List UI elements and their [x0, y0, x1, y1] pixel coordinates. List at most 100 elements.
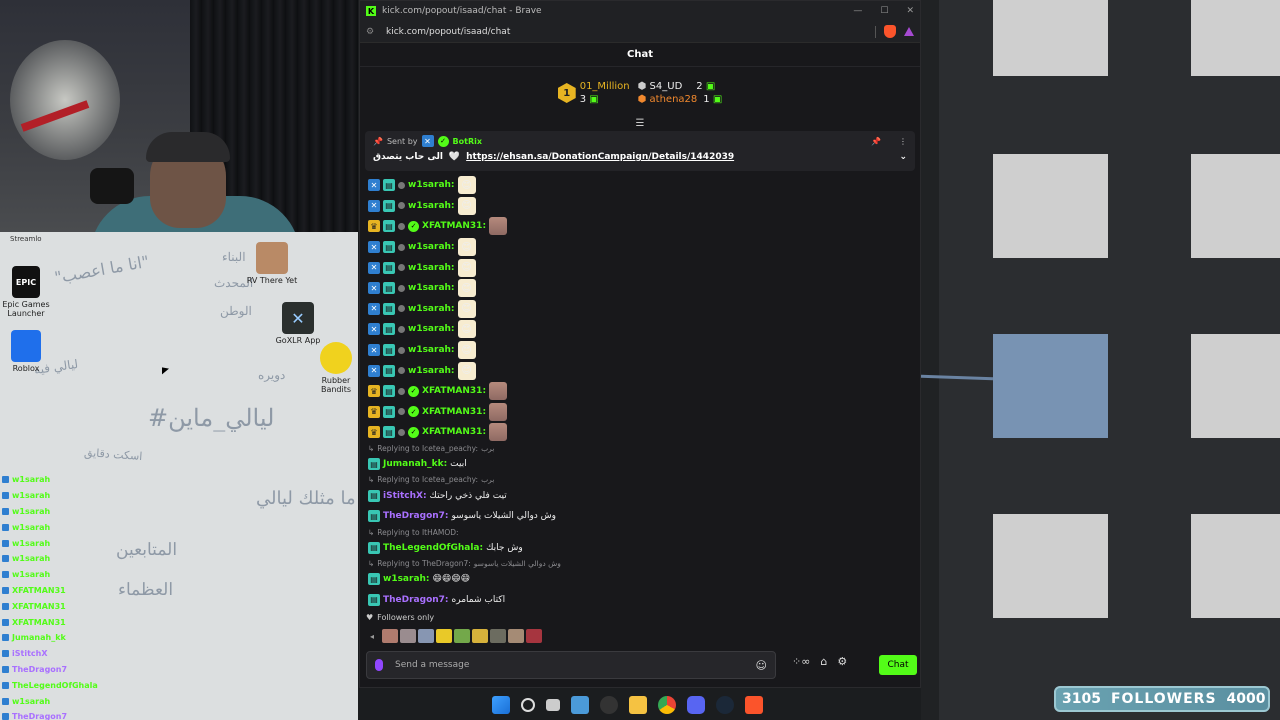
emote[interactable] [526, 629, 543, 643]
pinned-sender[interactable]: BotRix [453, 137, 482, 146]
chat-message: ✕ ▤ w1sarah: 😊 [368, 319, 913, 340]
emoji-picker-icon[interactable]: ☺ [756, 659, 767, 672]
message-placeholder[interactable]: Send a message [395, 660, 469, 670]
discord-icon[interactable] [687, 696, 705, 714]
emote[interactable] [454, 629, 471, 643]
emote[interactable] [382, 629, 399, 643]
chat-username[interactable]: w1sarah: [408, 324, 455, 334]
leaderboard-count: 1 ▣ [703, 94, 723, 105]
crown-badge-icon: ♛ [368, 385, 380, 398]
chat-username[interactable]: w1sarah: [408, 242, 455, 252]
pinned-message: 📌 Sent by ✕ ✓ BotRix 📌 ⋮ الى حاب يتصدق 🤍… [365, 131, 915, 171]
epic-games-launcher-shortcut[interactable]: EPIC Epic Games Launcher [0, 266, 56, 318]
subscriber-badge-icon: ▤ [383, 179, 395, 192]
chat-username[interactable]: w1sarah: [408, 304, 455, 314]
calendar-icon[interactable] [571, 696, 589, 714]
search-icon[interactable] [521, 698, 535, 712]
emote[interactable] [436, 629, 453, 643]
brave-rewards-icon[interactable] [904, 27, 914, 36]
task-view-icon[interactable] [546, 699, 560, 711]
leaderboard-second[interactable]: ⬢ S4_UD 2 ▣ [638, 81, 723, 92]
brave-shields-icon[interactable] [884, 25, 896, 38]
badge-icon [2, 539, 9, 547]
reply-context[interactable]: ↳ Replying to ItHAMOD: [368, 527, 913, 538]
unpin-icon[interactable]: 📌 [871, 137, 881, 146]
rubber-bandits-shortcut[interactable]: Rubber Bandits [314, 342, 358, 394]
bot-badge-icon: ✕ [421, 135, 434, 147]
chat-username[interactable]: XFATMAN31: [422, 427, 486, 437]
chat-username[interactable]: TheDragon7: [383, 595, 449, 605]
leaderboard-name: athena28 [649, 94, 698, 105]
microphone-icon[interactable] [375, 659, 383, 671]
chrome-icon[interactable] [658, 696, 676, 714]
file-explorer-icon[interactable] [629, 696, 647, 714]
windows-start-icon[interactable] [492, 696, 510, 714]
chat-message: ▤ w1sarah: 😄😄😄😄 [368, 569, 913, 590]
verified-badge-icon: ✓ [437, 135, 449, 147]
emote[interactable] [472, 629, 489, 643]
small-badge-icon [398, 222, 405, 230]
chat-username[interactable]: XFATMAN31: [422, 221, 486, 231]
message-text: تيت فلي ذخي راحتك [429, 490, 507, 501]
donation-link[interactable]: https://ehsan.sa/DonationCampaign/Detail… [466, 152, 734, 162]
badge-icon [2, 697, 9, 705]
crown-badge-icon: ♛ [368, 426, 380, 439]
game-tile [993, 514, 1108, 618]
taskbar [492, 692, 763, 718]
emote[interactable] [490, 629, 507, 643]
chat-username[interactable]: iStitchX: [383, 491, 427, 501]
chat-username[interactable]: w1sarah: [383, 574, 430, 584]
message-input[interactable]: Send a message ☺ [366, 651, 776, 679]
emote-scroll-icon[interactable]: ◂ [370, 632, 374, 641]
minimize-button[interactable]: — [853, 6, 862, 16]
chat-username[interactable]: w1sarah: [408, 283, 455, 293]
rv-there-yet-shortcut[interactable]: RV There Yet [242, 242, 302, 285]
chat-username[interactable]: w1sarah: [408, 366, 455, 376]
chat-username[interactable]: XFATMAN31: [422, 407, 486, 417]
expand-chevron-icon[interactable]: ⌄ [899, 152, 907, 162]
reply-context[interactable]: ↳ Replying to Icetea_peachy: برب [368, 443, 913, 454]
send-chat-button[interactable]: Chat [879, 655, 917, 675]
chat-username[interactable]: w1sarah: [408, 180, 455, 190]
obs-icon[interactable] [600, 696, 618, 714]
chat-username[interactable]: w1sarah: [408, 201, 455, 211]
chat-username[interactable]: Jumanah_kk: [383, 459, 447, 469]
maximize-button[interactable]: ☐ [880, 6, 888, 16]
store-icon[interactable]: ⌂ [820, 655, 827, 668]
sticker-emote: 😊 [457, 176, 476, 195]
reply-context[interactable]: ↳ Replying to TheDragon7: وش دوالي الشيلات… [368, 558, 913, 569]
url-text[interactable]: kick.com/popout/isaad/chat [386, 27, 510, 37]
settings-gear-icon[interactable]: ⚙ [837, 655, 847, 668]
leaderboard-first[interactable]: 1 01_Million 3 ▣ [557, 81, 630, 105]
emote[interactable] [418, 629, 435, 643]
goxlr-app-shortcut[interactable]: ✕ GoXLR App [268, 302, 328, 345]
desktop-word: "انا ما اعصب" [53, 251, 151, 288]
chat-username[interactable]: w1sarah: [408, 345, 455, 355]
close-button[interactable]: ✕ [906, 6, 914, 16]
chat-username[interactable]: w1sarah: [408, 263, 455, 273]
small-badge-icon [398, 264, 405, 272]
steam-icon[interactable] [716, 696, 734, 714]
timeout-tools-icon[interactable]: ⁘∞ [792, 655, 810, 668]
site-settings-icon[interactable]: ⚙ [366, 27, 376, 37]
overlay-username: XFATMAN31 [12, 617, 66, 627]
collapse-leaderboard-icon[interactable]: ☰ [360, 119, 920, 129]
chat-message: ♛ ▤ ✓ XFATMAN31: [368, 381, 913, 402]
address-bar[interactable]: ⚙ kick.com/popout/isaad/chat [360, 21, 920, 43]
leaderboard-third[interactable]: ⬢ athena28 1 ▣ [638, 94, 723, 105]
shortcut-label: Roblox [12, 364, 40, 373]
chat-username[interactable]: TheDragon7: [383, 511, 449, 521]
crown-badge-icon: ♛ [368, 405, 380, 418]
reply-to-label: Replying to ItHAMOD: [377, 527, 459, 537]
overlay-username: w1sarah [12, 522, 51, 532]
more-options-icon[interactable]: ⋮ [899, 137, 907, 146]
roblox-shortcut[interactable]: Roblox [0, 330, 56, 373]
emote[interactable] [508, 629, 525, 643]
emote[interactable] [400, 629, 417, 643]
chat-message: ✕ ▤ w1sarah: 😊 [368, 257, 913, 278]
brave-browser-icon[interactable] [745, 696, 763, 714]
desktop-word: #ليالي_ماين [148, 404, 275, 432]
chat-username[interactable]: TheLegendOfGhala: [383, 543, 483, 553]
reply-context[interactable]: ↳ Replying to Icetea_peachy: برب [368, 474, 913, 485]
chat-username[interactable]: XFATMAN31: [422, 386, 486, 396]
